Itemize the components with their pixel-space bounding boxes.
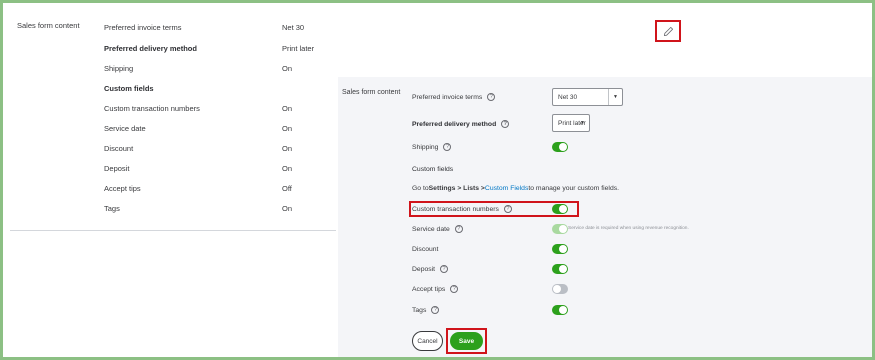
summary-row-custom-fields: Custom fields [104, 84, 334, 96]
label-text: Accept tips [412, 285, 446, 293]
tags-label: Tags ? [412, 303, 440, 317]
label-text: Preferred delivery method [412, 120, 497, 128]
toggle-knob [553, 285, 561, 293]
custom-fields-heading: Custom fields [412, 165, 454, 173]
label-text: Custom transaction numbers [412, 205, 499, 213]
summary-row-delivery-method: Preferred delivery method Print later [104, 44, 334, 56]
summary-row-shipping: Shipping On [104, 64, 334, 76]
sales-form-edit-panel: Sales form content Preferred invoice ter… [338, 77, 872, 357]
label-text: Deposit [412, 265, 436, 273]
row-value: On [282, 164, 293, 173]
toggle-knob [559, 306, 567, 314]
discount-toggle[interactable] [552, 244, 568, 254]
summary-row-accept-tips: Accept tips Off [104, 184, 334, 196]
row-label: Custom fields [104, 84, 154, 93]
label-text: Service date [412, 225, 450, 233]
help-icon[interactable]: ? [501, 120, 510, 128]
discount-label: Discount [412, 242, 438, 256]
save-button[interactable]: Save [450, 332, 483, 350]
help-icon[interactable]: ? [487, 93, 496, 101]
shipping-label: Shipping ? [412, 140, 452, 154]
accept-tips-label: Accept tips ? [412, 282, 459, 296]
edit-button[interactable] [655, 20, 681, 42]
summary-row-custom-txn: Custom transaction numbers On [104, 104, 334, 116]
row-label: Service date [104, 124, 146, 133]
service-date-label: Service date ? [412, 222, 463, 236]
cancel-button[interactable]: Cancel [412, 331, 443, 351]
invoice-terms-select[interactable]: Net 30 ▼ [552, 88, 623, 106]
delivery-method-label: Preferred delivery method ? [412, 117, 510, 131]
row-label: Shipping [104, 64, 134, 73]
invoice-terms-label: Preferred invoice terms ? [412, 90, 496, 104]
sales-form-summary: Sales form content Preferred invoice ter… [3, 3, 335, 233]
shipping-toggle[interactable] [552, 142, 568, 152]
deposit-toggle[interactable] [552, 264, 568, 274]
section-label: Sales form content [342, 89, 401, 96]
select-divider [608, 89, 609, 105]
row-label: Deposit [104, 164, 130, 173]
text-part: Go to [412, 184, 429, 192]
summary-row-invoice-terms: Preferred invoice terms Net 30 [104, 23, 334, 35]
text-part: to manage your custom fields. [528, 184, 620, 192]
deposit-label: Deposit ? [412, 262, 449, 276]
toggle-knob [559, 225, 567, 233]
pencil-icon [663, 26, 673, 36]
summary-row-tags: Tags On [104, 204, 334, 216]
summary-row-deposit: Deposit On [104, 164, 334, 176]
highlight-save: Save [446, 328, 487, 354]
help-icon[interactable]: ? [503, 205, 512, 213]
row-value: On [282, 204, 293, 213]
section-label: Sales form content [17, 21, 80, 30]
custom-fields-help-text: Go to Settings > Lists > Custom Fields t… [412, 181, 619, 195]
settings-path: Settings > Lists > [428, 184, 485, 192]
help-icon[interactable]: ? [440, 265, 449, 273]
summary-row-service-date: Service date On [104, 124, 334, 136]
row-label: Tags [104, 204, 120, 213]
help-icon[interactable]: ? [443, 143, 452, 151]
custom-fields-link[interactable]: Custom Fields [485, 185, 528, 192]
help-icon[interactable]: ? [454, 225, 463, 233]
help-icon[interactable]: ? [431, 306, 440, 314]
toggle-knob [559, 265, 567, 273]
row-label: Discount [104, 144, 134, 153]
service-date-hint: Service date is required when using reve… [568, 226, 689, 231]
summary-row-discount: Discount On [104, 144, 334, 156]
label-text: Shipping [412, 143, 439, 151]
row-value: On [282, 64, 293, 73]
custom-txn-label: Custom transaction numbers ? [412, 202, 512, 216]
select-value: Net 30 [558, 93, 578, 101]
row-value: Off [282, 184, 292, 193]
row-value: On [282, 144, 293, 153]
tags-toggle[interactable] [552, 305, 568, 315]
accept-tips-toggle[interactable] [552, 284, 568, 294]
section-divider [10, 230, 336, 231]
custom-txn-toggle[interactable] [552, 204, 568, 214]
toggle-knob [559, 245, 567, 253]
row-label: Preferred invoice terms [104, 23, 182, 32]
row-value: Net 30 [282, 23, 305, 32]
help-icon[interactable]: ? [450, 285, 459, 293]
row-value: Print later [282, 44, 315, 53]
row-label: Custom transaction numbers [104, 104, 200, 113]
label-text: Tags [412, 306, 427, 314]
delivery-method-select[interactable]: Print later ▼ [552, 114, 590, 132]
toggle-knob [559, 205, 567, 213]
chevron-down-icon: ▼ [613, 94, 618, 100]
row-value: On [282, 104, 293, 113]
chevron-down-icon: ▼ [580, 120, 585, 126]
toggle-knob [559, 143, 567, 151]
service-date-toggle [552, 224, 568, 234]
label-text: Discount [412, 245, 439, 253]
row-value: On [282, 124, 293, 133]
row-label: Preferred delivery method [104, 44, 197, 53]
label-text: Preferred invoice terms [412, 93, 483, 101]
row-label: Accept tips [104, 184, 141, 193]
